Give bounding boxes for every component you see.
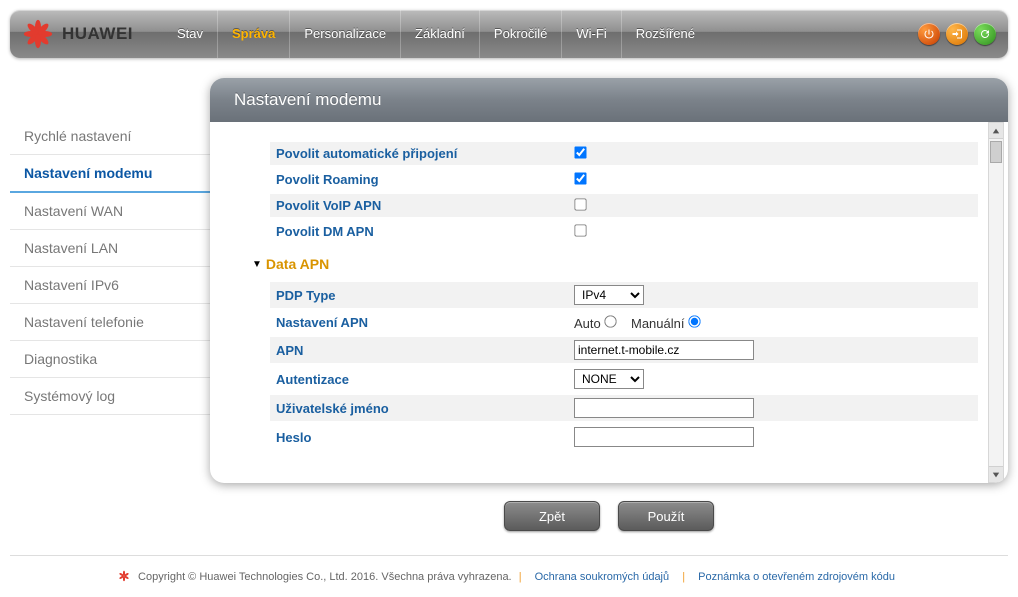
auto-connect-label: Povolit automatické připojení — [270, 142, 570, 165]
nav-stav[interactable]: Stav — [163, 10, 217, 58]
logout-icon[interactable] — [946, 23, 968, 45]
main-nav: Stav Správa Personalizace Základní Pokro… — [163, 10, 918, 58]
nav-rozsirene[interactable]: Rozšířené — [621, 10, 709, 58]
footer: Copyright © Huawei Technologies Co., Ltd… — [0, 562, 1018, 597]
roaming-checkbox[interactable] — [574, 172, 586, 184]
huawei-petal-icon — [20, 19, 56, 49]
sidebar-item-modemsettings[interactable]: Nastavení modemu — [10, 155, 210, 193]
settings-panel: Nastavení modemu Povolit automatické při… — [210, 78, 1008, 483]
password-label: Heslo — [270, 426, 570, 449]
auto-connect-checkbox[interactable] — [574, 146, 586, 158]
apn-manual-radio-label[interactable]: Manuální — [631, 316, 701, 331]
scroll-thumb[interactable] — [990, 141, 1002, 163]
voip-apn-label: Povolit VoIP APN — [270, 194, 570, 217]
panel-scrollbar[interactable] — [988, 122, 1004, 483]
sidebar: Rychlé nastavení Nastavení modemu Nastav… — [10, 78, 210, 539]
section-data-apn-label: Data APN — [266, 256, 329, 272]
nav-pokrocile[interactable]: Pokročilé — [479, 10, 561, 58]
sidebar-item-syslog[interactable]: Systémový log — [10, 378, 210, 415]
power-icon[interactable] — [918, 23, 940, 45]
nav-wifi[interactable]: Wi-Fi — [561, 10, 620, 58]
section-data-apn[interactable]: ▼ Data APN — [252, 246, 978, 282]
apn-auto-radio-label[interactable]: Auto — [574, 316, 621, 331]
sidebar-item-wan[interactable]: Nastavení WAN — [10, 193, 210, 230]
sidebar-item-telephony[interactable]: Nastavení telefonie — [10, 304, 210, 341]
panel-title: Nastavení modemu — [210, 78, 1008, 122]
brand-logo: HUAWEI — [18, 17, 143, 51]
refresh-icon[interactable] — [974, 23, 996, 45]
footer-separator — [10, 555, 1008, 556]
footer-huawei-icon — [117, 570, 131, 582]
pdp-type-label: PDP Type — [270, 284, 570, 307]
back-button[interactable]: Zpět — [504, 501, 600, 531]
scroll-down-arrow-icon[interactable] — [989, 466, 1003, 482]
footer-privacy-link[interactable]: Ochrana soukromých údajů — [535, 571, 670, 583]
nav-zakladni[interactable]: Základní — [400, 10, 479, 58]
auth-label: Autentizace — [270, 368, 570, 391]
password-input[interactable] — [574, 427, 754, 447]
apn-label: APN — [270, 339, 570, 362]
nav-sprava[interactable]: Správa — [217, 10, 289, 58]
footer-copyright: Copyright © Huawei Technologies Co., Ltd… — [138, 571, 512, 583]
pdp-type-select[interactable]: IPv4 — [574, 285, 644, 305]
username-input[interactable] — [574, 398, 754, 418]
apn-setting-label: Nastavení APN — [270, 311, 570, 334]
sidebar-item-quicksetup[interactable]: Rychlé nastavení — [10, 118, 210, 155]
footer-oss-link[interactable]: Poznámka o otevřeném zdrojovém kódu — [698, 571, 895, 583]
apn-manual-radio[interactable] — [688, 315, 700, 327]
voip-apn-checkbox[interactable] — [574, 198, 586, 210]
sidebar-item-diagnostics[interactable]: Diagnostika — [10, 341, 210, 378]
scroll-up-arrow-icon[interactable] — [989, 123, 1003, 139]
collapse-triangle-icon: ▼ — [252, 259, 262, 270]
roaming-label: Povolit Roaming — [270, 168, 570, 191]
apply-button[interactable]: Použít — [618, 501, 714, 531]
dm-apn-checkbox[interactable] — [574, 224, 586, 236]
username-label: Uživatelské jméno — [270, 397, 570, 420]
auth-select[interactable]: NONE — [574, 369, 644, 389]
apn-auto-radio[interactable] — [605, 315, 617, 327]
apn-input[interactable] — [574, 340, 754, 360]
nav-personalizace[interactable]: Personalizace — [289, 10, 400, 58]
sidebar-item-lan[interactable]: Nastavení LAN — [10, 230, 210, 267]
top-navbar: HUAWEI Stav Správa Personalizace Základn… — [10, 10, 1008, 58]
sidebar-item-ipv6[interactable]: Nastavení IPv6 — [10, 267, 210, 304]
brand-text: HUAWEI — [62, 24, 133, 44]
nav-icon-group — [918, 23, 996, 45]
dm-apn-label: Povolit DM APN — [270, 220, 570, 243]
